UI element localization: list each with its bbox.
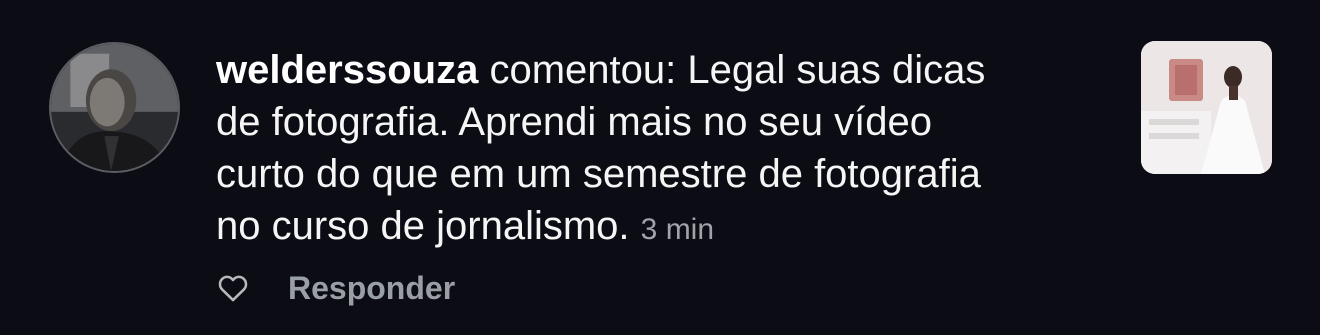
comment-line-4: no curso de jornalismo. xyxy=(216,204,630,248)
comment-verb: comentou: xyxy=(489,48,677,92)
comment-notification[interactable]: welderssouza comentou: Legal suas dicas … xyxy=(0,0,1320,335)
comment-actions: Responder xyxy=(216,264,455,312)
user-avatar[interactable] xyxy=(49,42,180,173)
avatar-photo xyxy=(51,44,178,171)
reply-button[interactable]: Responder xyxy=(288,270,455,307)
heart-outline-icon[interactable] xyxy=(216,271,250,305)
thumbnail-photo xyxy=(1141,41,1272,174)
comment-line-3: curto do que em um semestre de fotografi… xyxy=(216,152,981,196)
username[interactable]: welderssouza xyxy=(216,48,478,92)
comment-line-2: de fotografia. Aprendi mais no seu vídeo xyxy=(216,100,933,144)
comment-line-1: Legal suas dicas xyxy=(687,48,986,92)
comment-text: welderssouza comentou: Legal suas dicas … xyxy=(216,44,1116,256)
post-thumbnail[interactable] xyxy=(1141,41,1272,174)
timestamp: 3 min xyxy=(640,213,715,246)
